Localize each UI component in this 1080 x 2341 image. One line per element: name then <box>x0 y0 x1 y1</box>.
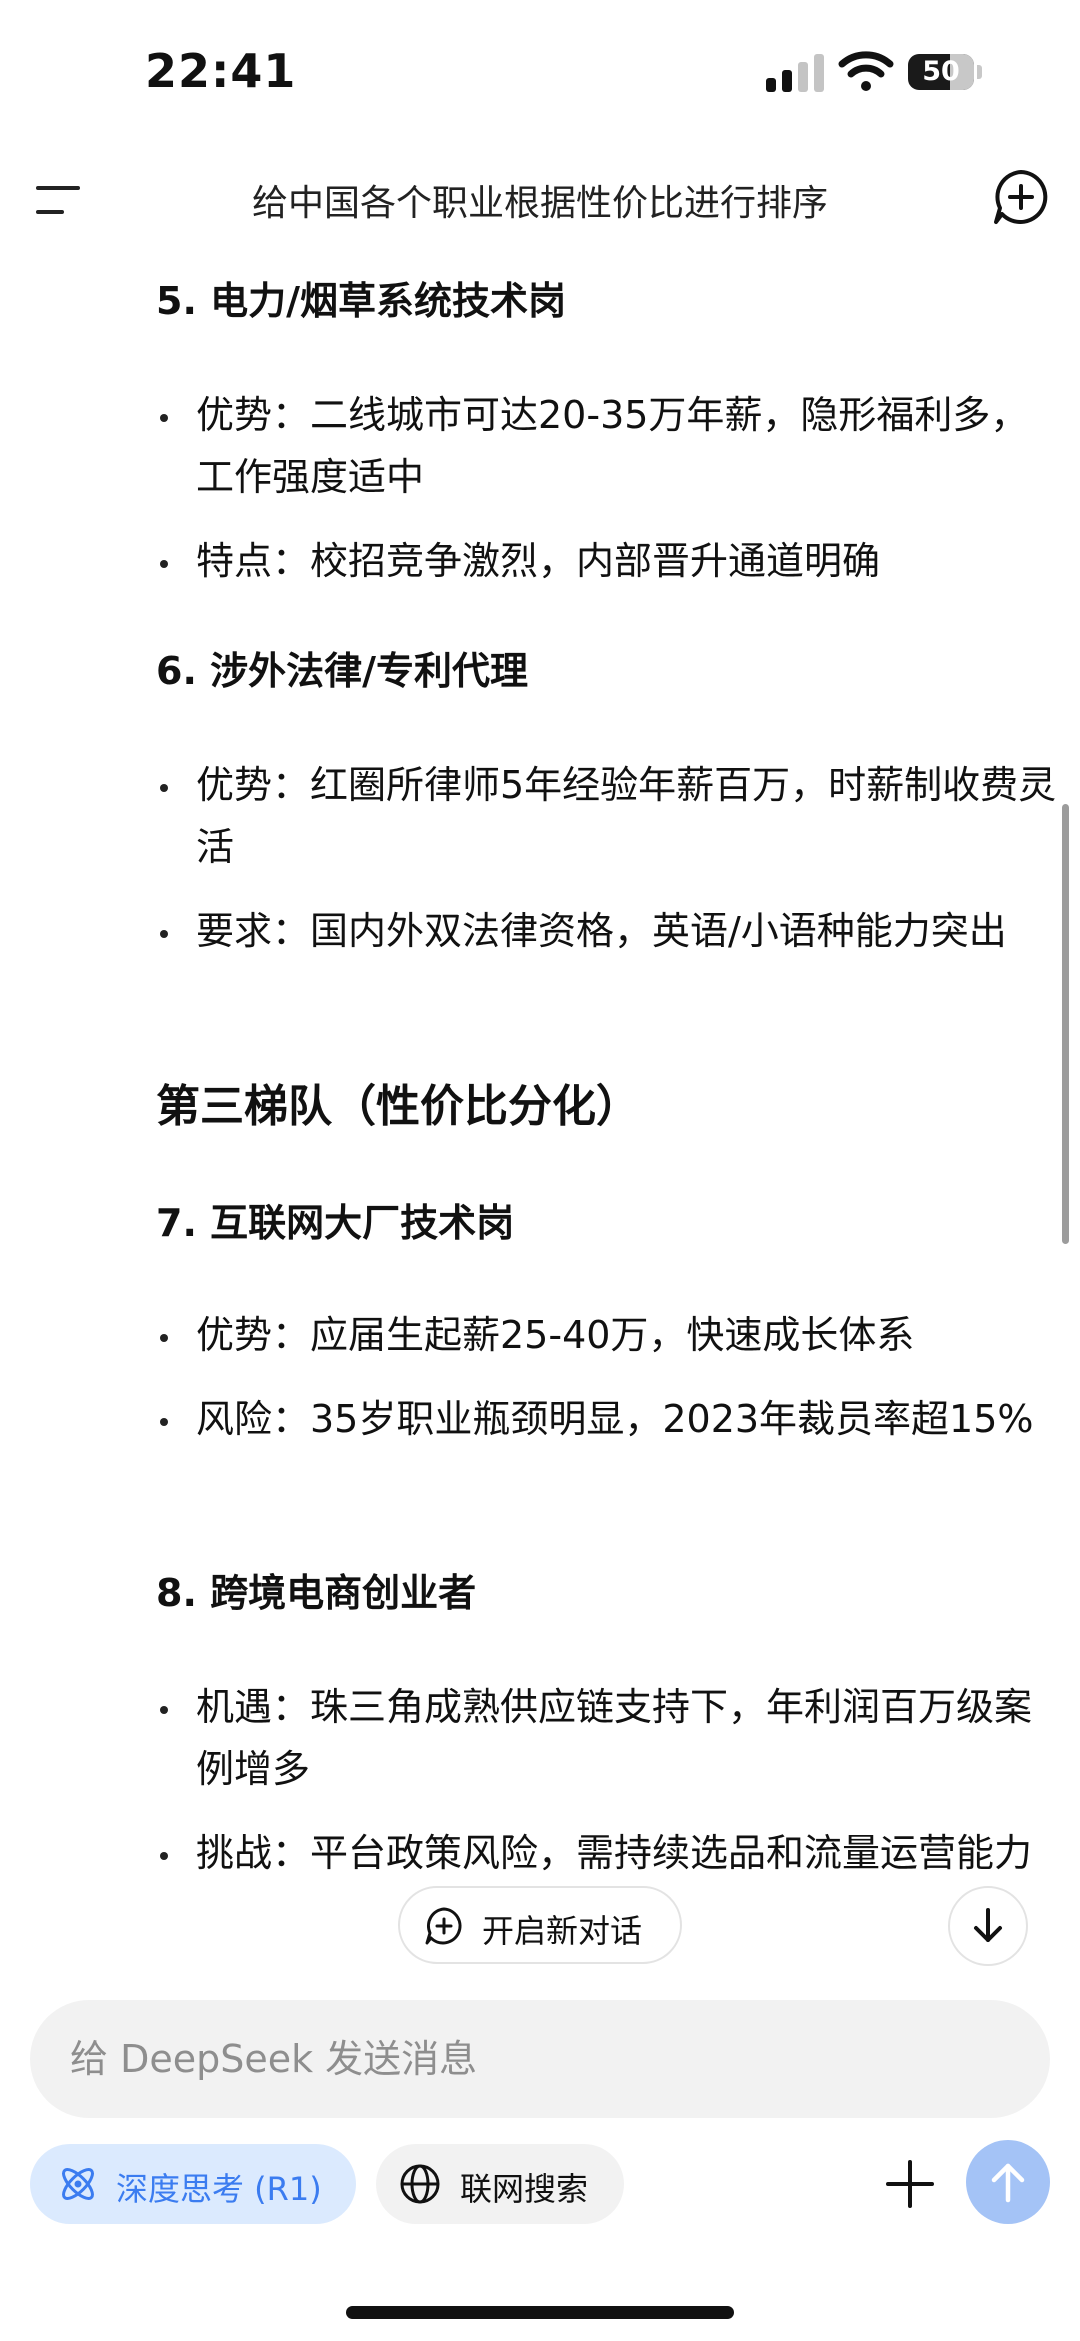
new-chat-label: 开启新对话 <box>482 1912 643 1950</box>
list-item-text: 优势：应届生起薪25-40万，快速成长体系 <box>196 1313 915 1357</box>
cellular-signal-icon <box>766 54 824 92</box>
plus-icon[interactable] <box>880 2154 940 2214</box>
section-heading: 7. 互联网大厂技术岗 <box>156 1201 515 1245</box>
list-item-text: 风险：35岁职业瓶颈明显，2023年裁员率超15% <box>196 1397 1034 1441</box>
chat-title: 给中国各个职业根据性价比进行排序 <box>251 183 828 224</box>
new-chat-icon[interactable] <box>992 168 1050 226</box>
home-indicator <box>346 2306 734 2319</box>
new-chat-icon <box>425 1907 462 1945</box>
status-bar: 22:41 50 <box>0 0 1080 150</box>
assistant-message: 5. 电力/烟草系统技术岗 优势：二线城市可达20-35万年薪，隐形福利多，工作… <box>0 250 1080 1970</box>
wifi-icon <box>838 51 894 91</box>
list-item-text: 特点：校招竞争激烈，内部晋升通道明确 <box>196 539 881 583</box>
arrow-down-icon <box>974 1908 1002 1942</box>
globe-icon <box>400 2164 440 2204</box>
list-item-text: 机遇：珠三角成熟供应链支持下，年利润百万级案例增多 <box>196 1685 1033 1791</box>
tier-heading: 第三梯队（性价比分化） <box>156 1081 640 1132</box>
section-heading: 6. 涉外法律/专利代理 <box>156 649 528 693</box>
deep-think-label: 深度思考 (R1) <box>116 2170 322 2208</box>
web-search-toggle[interactable]: 联网搜索 <box>376 2144 624 2224</box>
scroll-to-bottom-button[interactable] <box>948 1886 1028 1966</box>
list-item-text: 挑战：平台政策风险，需持续选品和流量运营能力 <box>196 1831 1033 1875</box>
message-input[interactable] <box>30 2000 1050 2118</box>
web-search-label: 联网搜索 <box>460 2170 589 2208</box>
scrollbar[interactable] <box>1062 804 1069 1244</box>
send-button[interactable] <box>966 2140 1050 2224</box>
arrow-up-icon <box>991 2163 1025 2203</box>
battery-icon: 50 <box>908 54 984 90</box>
deep-think-toggle[interactable]: 深度思考 (R1) <box>30 2144 356 2224</box>
section-heading: 8. 跨境电商创业者 <box>156 1571 477 1615</box>
battery-level: 50 <box>922 56 960 87</box>
new-chat-button[interactable]: 开启新对话 <box>398 1886 682 1964</box>
list-item-text: 优势：红圈所律师5年经验年薪百万，时薪制收费灵活 <box>196 763 1057 869</box>
atom-icon <box>62 2168 94 2200</box>
list-item-text: 要求：国内外双法律资格，英语/小语种能力突出 <box>196 909 1007 953</box>
status-time: 22:41 <box>145 44 297 98</box>
list-item-text: 优势：二线城市可达20-35万年薪，隐形福利多，工作强度适中 <box>196 393 1029 499</box>
chat-header: 给中国各个职业根据性价比进行排序 <box>0 150 1080 250</box>
section-heading: 5. 电力/烟草系统技术岗 <box>156 279 566 323</box>
menu-button[interactable] <box>36 180 82 220</box>
